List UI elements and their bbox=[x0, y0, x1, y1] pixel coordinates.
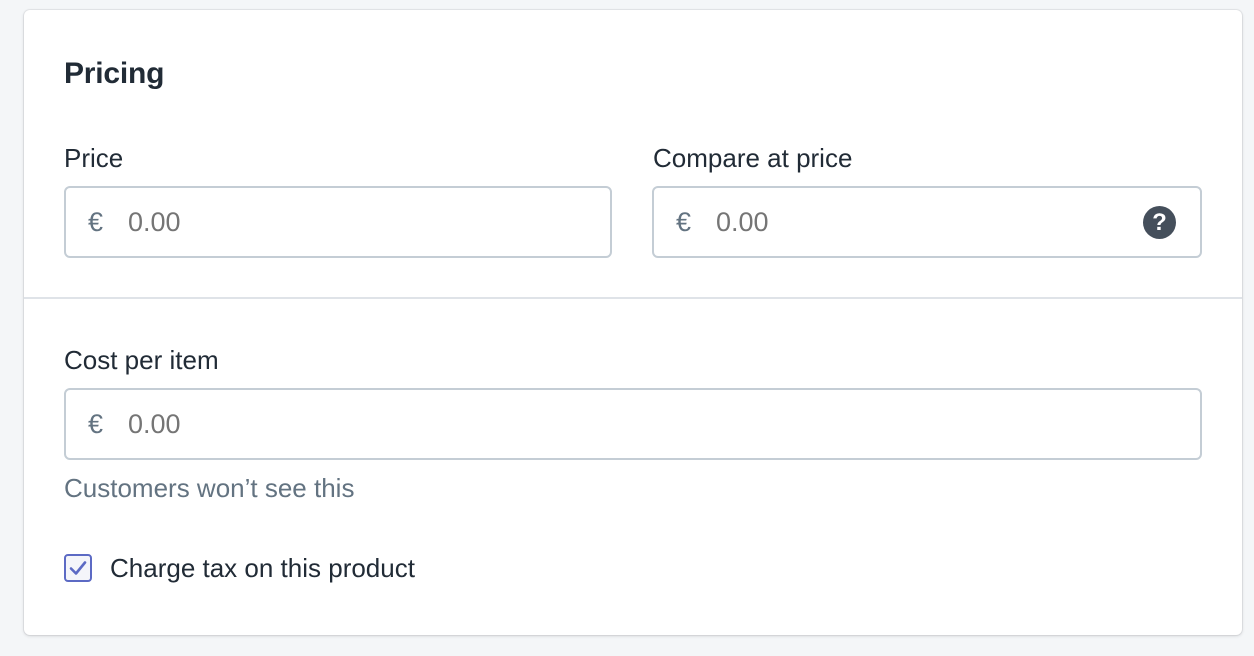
cost-per-item-field[interactable] bbox=[126, 407, 1200, 441]
cost-per-item-hint: Customers won’t see this bbox=[64, 473, 355, 503]
cost-per-item-input[interactable]: € bbox=[64, 388, 1202, 460]
price-field[interactable] bbox=[126, 205, 610, 239]
price-input[interactable]: € bbox=[64, 186, 612, 258]
card-title: Pricing bbox=[64, 57, 165, 90]
price-currency-symbol: € bbox=[88, 206, 104, 237]
compare-at-price-currency-symbol: € bbox=[676, 206, 692, 237]
question-mark-icon[interactable]: ? bbox=[1143, 206, 1176, 239]
cost-per-item-currency-symbol: € bbox=[88, 408, 104, 439]
cost-per-item-label: Cost per item bbox=[64, 345, 219, 375]
charge-tax-row[interactable]: Charge tax on this product bbox=[64, 552, 415, 584]
compare-at-price-label: Compare at price bbox=[653, 143, 853, 173]
pricing-section-top: Pricing Price € Compare at price € ? bbox=[24, 10, 1242, 299]
charge-tax-label: Charge tax on this product bbox=[110, 553, 415, 583]
checkmark-icon bbox=[69, 561, 87, 575]
compare-at-price-input[interactable]: € ? bbox=[652, 186, 1202, 258]
charge-tax-checkbox[interactable] bbox=[64, 554, 92, 582]
compare-at-price-field[interactable] bbox=[714, 205, 1200, 239]
price-label: Price bbox=[64, 143, 124, 173]
pricing-card: Pricing Price € Compare at price € ? Cos… bbox=[24, 10, 1242, 635]
